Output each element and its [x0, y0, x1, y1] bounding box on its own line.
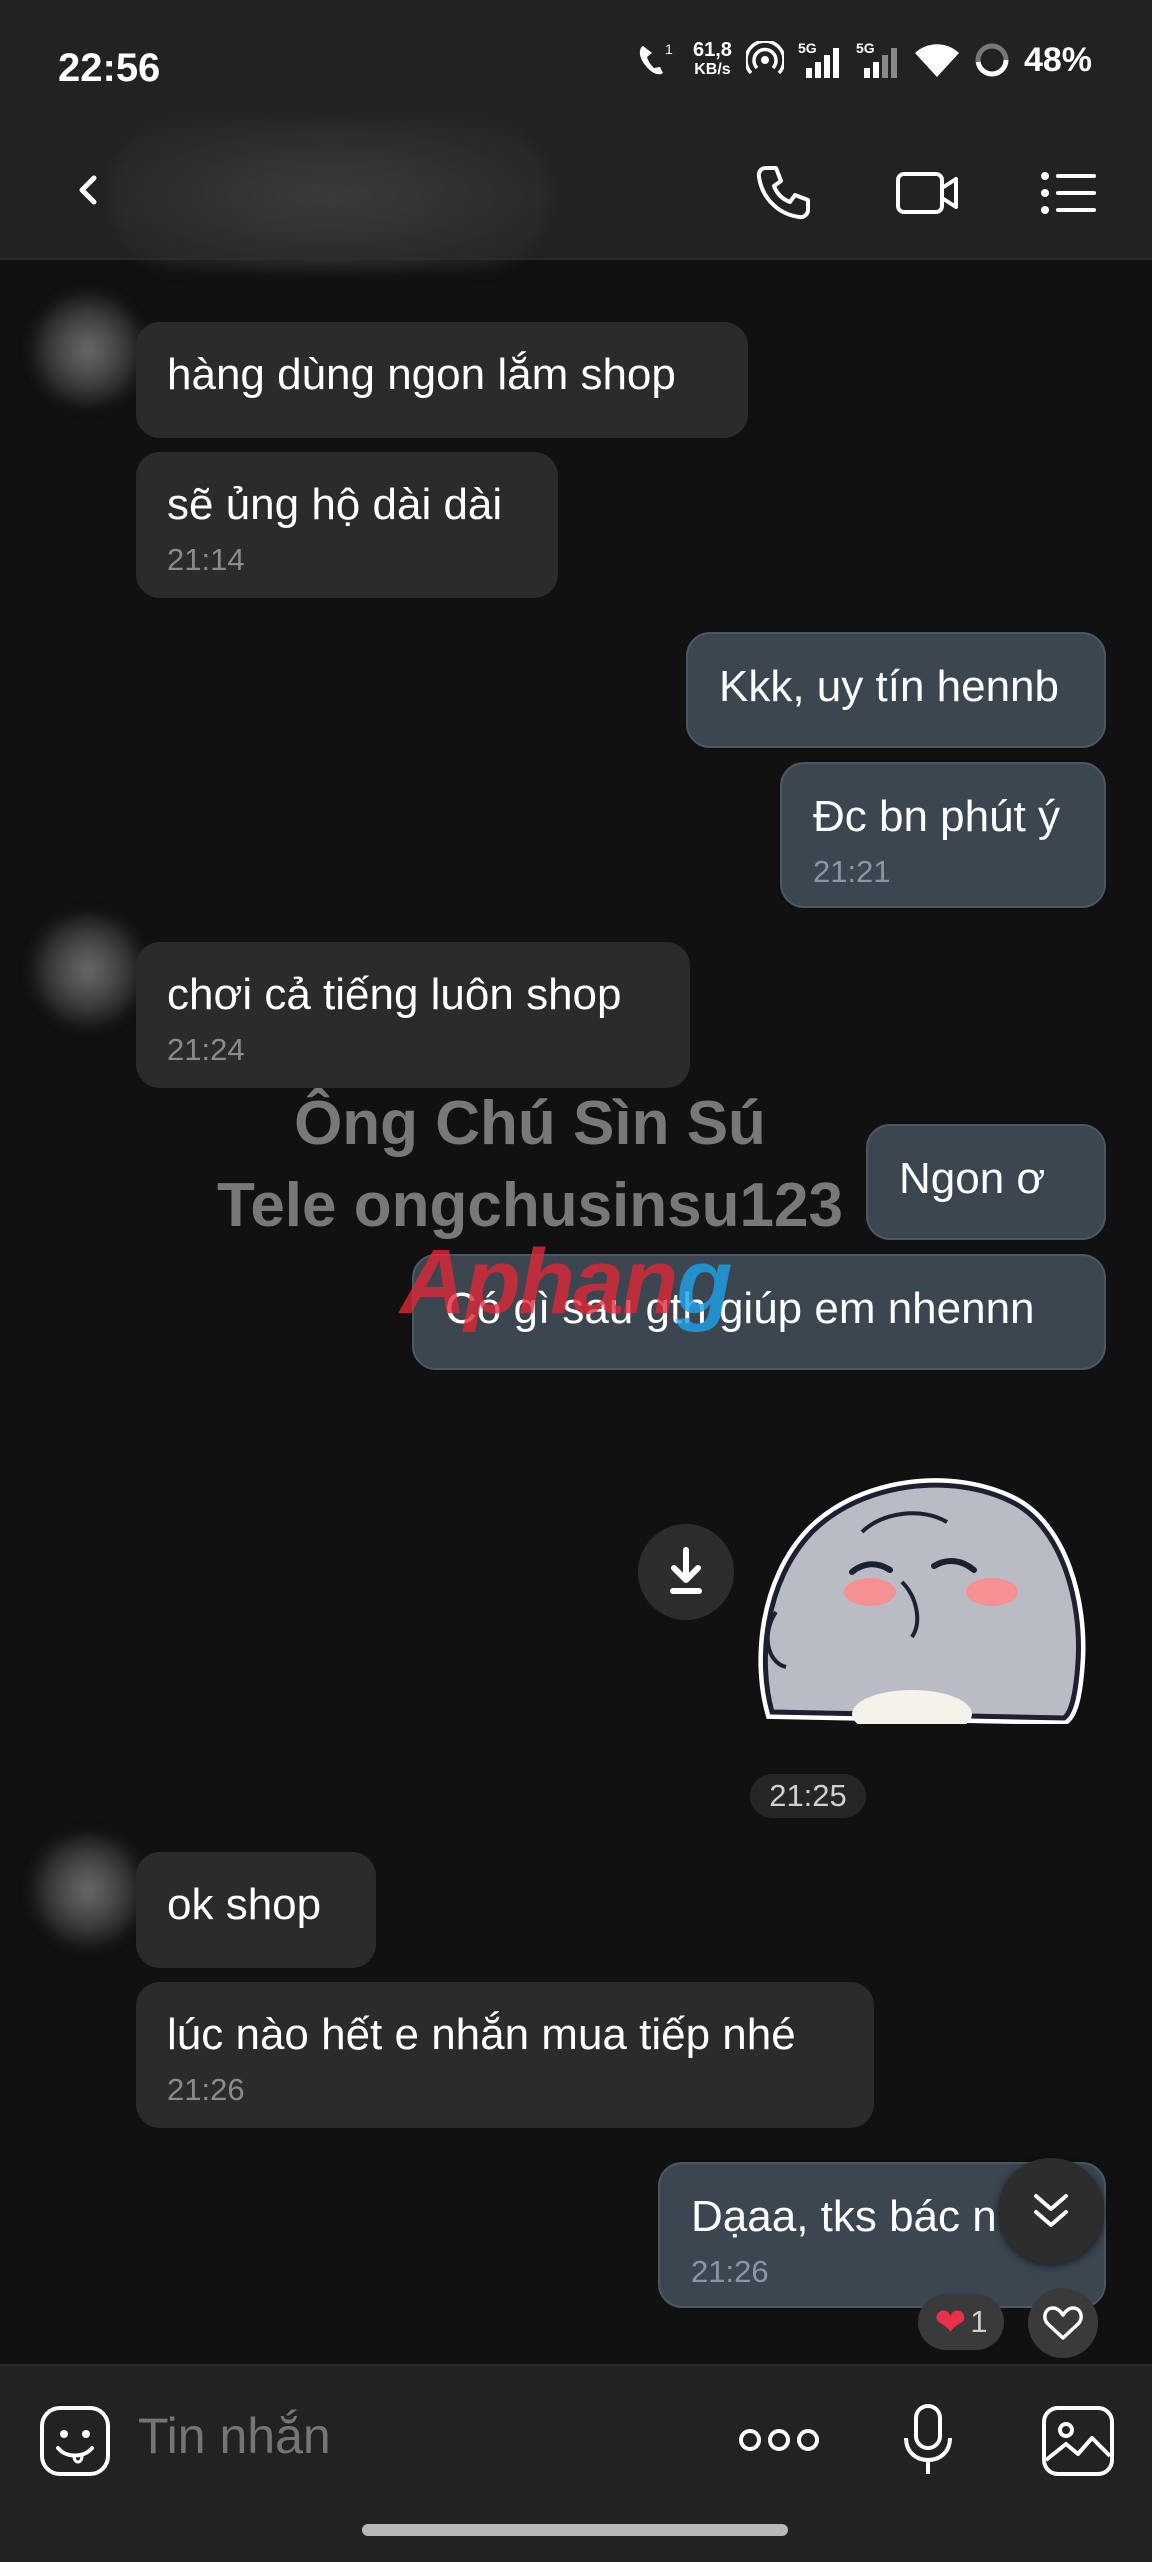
signal-5g-icon-2: 5G — [856, 40, 897, 78]
contact-avatar[interactable] — [28, 290, 148, 410]
message-text: hàng dùng ngon lắm shop — [167, 350, 676, 399]
message-incoming[interactable]: ok shop — [136, 1852, 376, 1968]
message-time: 21:24 — [167, 1032, 245, 1067]
sticker-image[interactable] — [752, 1462, 1088, 1724]
network-speed: 61,8 KB/s — [693, 40, 732, 80]
message-incoming[interactable]: sẽ ủng hộ dài dài 21:14 — [136, 452, 558, 598]
heart-reaction-icon: ❤ — [934, 2301, 967, 2344]
phone-icon[interactable] — [748, 158, 818, 228]
message-incoming[interactable]: hàng dùng ngon lắm shop — [136, 322, 748, 438]
battery-percent: 48% — [1023, 40, 1092, 79]
message-text: chơi cả tiếng luôn shop — [167, 970, 622, 1019]
contact-avatar[interactable] — [28, 1830, 148, 1950]
signal-label-2: 5G — [856, 40, 875, 56]
message-incoming[interactable]: chơi cả tiếng luôn shop 21:24 — [136, 942, 690, 1088]
message-text: ok shop — [167, 1880, 322, 1929]
message-text: Kkk, uy tín hennb — [719, 662, 1059, 711]
message-input[interactable] — [136, 2406, 700, 2466]
menu-icon[interactable] — [1034, 158, 1104, 228]
status-bar: 22:56 1 61,8 KB/s 5G 5G 48% — [0, 0, 1152, 130]
contact-info-blurred[interactable] — [110, 120, 550, 270]
network-speed-value: 61,8 — [693, 39, 732, 61]
message-outgoing[interactable]: Đc bn phút ý 21:21 — [780, 762, 1106, 908]
status-icons: 1 61,8 KB/s 5G 5G 48% — [633, 40, 1092, 80]
reaction-badge[interactable]: ❤ 1 — [918, 2294, 1004, 2350]
signal-label-1: 5G — [798, 40, 817, 56]
message-incoming[interactable]: lúc nào hết e nhắn mua tiếp nhé 21:26 — [136, 1982, 874, 2128]
logo-part-1: Aphan — [400, 1231, 678, 1333]
message-time: 21:26 — [167, 2072, 245, 2107]
watermark-line-1: Ông Chú Sìn Sú — [294, 1089, 766, 1158]
chat-header — [0, 120, 1152, 270]
watermark-logo: Aphang — [400, 1230, 732, 1335]
download-icon[interactable] — [638, 1524, 734, 1620]
signal-5g-icon: 5G — [798, 40, 839, 78]
scroll-down-icon[interactable] — [998, 2158, 1104, 2264]
hotspot-icon — [745, 41, 784, 75]
home-indicator[interactable] — [362, 2524, 788, 2536]
wifi-call-icon: 1 — [639, 41, 673, 75]
message-time: 21:21 — [813, 854, 891, 889]
logo-part-2: g — [676, 1231, 732, 1333]
message-text: Đc bn phút ý — [813, 792, 1061, 841]
message-text: lúc nào hết e nhắn mua tiếp nhé — [167, 2010, 796, 2059]
message-text: Dạaa, tks bác n — [691, 2192, 997, 2241]
wifi-icon — [914, 44, 959, 77]
contact-avatar[interactable] — [28, 910, 148, 1030]
status-time: 22:56 — [58, 46, 161, 90]
reaction-count: 1 — [970, 2304, 988, 2339]
call-sim-number: 1 — [665, 41, 673, 57]
sticker-time: 21:25 — [750, 1774, 866, 1818]
sticker-icon[interactable] — [38, 2404, 112, 2478]
network-speed-unit: KB/s — [694, 61, 731, 78]
message-outgoing[interactable]: Kkk, uy tín hennb — [686, 632, 1106, 748]
more-icon[interactable] — [736, 2420, 822, 2460]
video-call-icon[interactable] — [892, 158, 962, 228]
microphone-icon[interactable] — [898, 2400, 958, 2480]
heart-icon[interactable] — [1028, 2288, 1098, 2358]
message-time: 21:26 — [691, 2254, 769, 2289]
gallery-icon[interactable] — [1040, 2404, 1116, 2478]
message-time: 21:14 — [167, 542, 245, 577]
battery-icon — [975, 43, 1009, 77]
message-text: sẽ ủng hộ dài dài — [167, 480, 503, 529]
